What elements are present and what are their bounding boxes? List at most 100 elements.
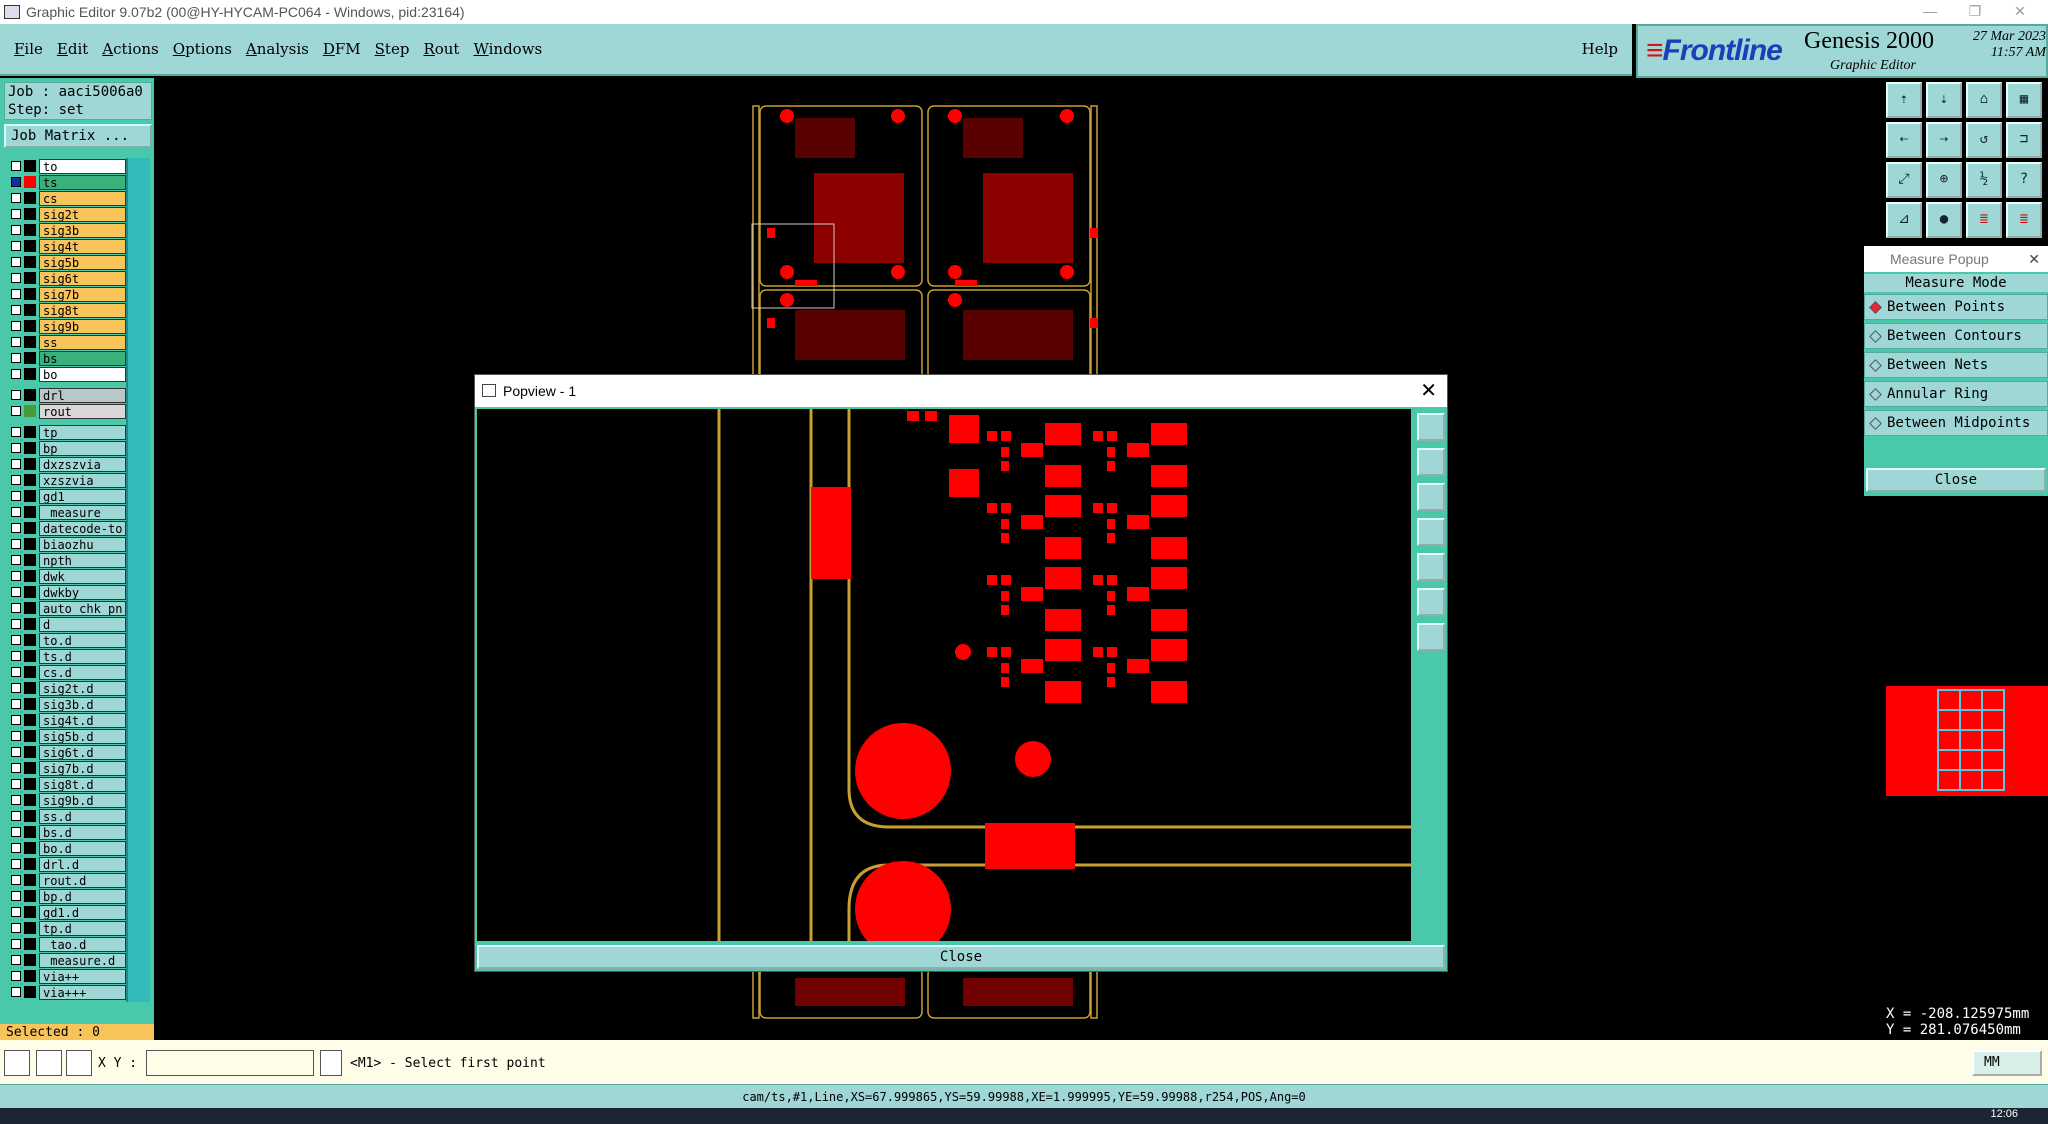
home-view-icon[interactable]: ⌂ <box>1966 82 2002 118</box>
measure-mode-icon[interactable] <box>36 1050 62 1076</box>
layer-checkbox[interactable] <box>11 699 21 709</box>
layer-checkbox[interactable] <box>11 715 21 725</box>
layer-checkbox[interactable] <box>11 843 21 853</box>
measure-close-icon[interactable]: ✕ <box>2028 246 2040 272</box>
layer-name[interactable]: sig2t.d <box>39 680 126 696</box>
layer-row[interactable]: via+++ <box>4 984 126 1000</box>
layer-row[interactable]: ts <box>4 174 126 190</box>
layer-row[interactable]: cs <box>4 190 126 206</box>
layer-row[interactable]: sig2t <box>4 206 126 222</box>
layer-row[interactable]: _tao.d <box>4 936 126 952</box>
layer-color-swatch[interactable] <box>24 288 36 300</box>
layer-name[interactable]: via+++ <box>39 984 126 1000</box>
layer-checkbox[interactable] <box>11 603 21 613</box>
menu-edit[interactable]: Edit <box>57 40 88 58</box>
layer-row[interactable]: ts.d <box>4 648 126 664</box>
layer-row[interactable]: npth <box>4 552 126 568</box>
popview-zoom-in-icon[interactable] <box>1417 448 1445 476</box>
net-compare-icon[interactable]: ≣ <box>2006 202 2042 238</box>
layer-color-swatch[interactable] <box>24 160 36 172</box>
layer-checkbox[interactable] <box>11 891 21 901</box>
layer-checkbox[interactable] <box>11 443 21 453</box>
layer-name[interactable]: dxzszvia <box>39 456 126 472</box>
help-icon[interactable]: ? <box>2006 162 2042 198</box>
layer-checkbox[interactable] <box>11 273 21 283</box>
layer-row[interactable]: sig9b <box>4 318 126 334</box>
menu-actions[interactable]: Actions <box>102 40 158 58</box>
layer-color-swatch[interactable] <box>24 570 36 582</box>
layer-name[interactable]: sig9b.d <box>39 792 126 808</box>
layer-row[interactable]: sig7b <box>4 286 126 302</box>
layer-color-swatch[interactable] <box>24 970 36 982</box>
layer-checkbox[interactable] <box>11 923 21 933</box>
layer-checkbox[interactable] <box>11 507 21 517</box>
layer-checkbox[interactable] <box>11 555 21 565</box>
layer-color-swatch[interactable] <box>24 858 36 870</box>
layer-color-swatch[interactable] <box>24 336 36 348</box>
layer-color-swatch[interactable] <box>24 586 36 598</box>
popview-layer-icon[interactable] <box>1417 413 1445 441</box>
menu-rout[interactable]: Rout <box>423 40 459 58</box>
layer-checkbox[interactable] <box>11 955 21 965</box>
layer-row[interactable]: sig5b <box>4 254 126 270</box>
popview-pan-right-icon[interactable] <box>1417 553 1445 581</box>
layer-row[interactable]: sig8t.d <box>4 776 126 792</box>
net-highlight-icon[interactable]: ≣ <box>1966 202 2002 238</box>
layer-color-swatch[interactable] <box>24 986 36 998</box>
close-icon[interactable]: ✕ <box>2000 0 2040 24</box>
layer-row[interactable]: biaozhu <box>4 536 126 552</box>
layer-name[interactable]: ts.d <box>39 648 126 664</box>
layer-name[interactable]: ss.d <box>39 808 126 824</box>
layer-row[interactable]: bs.d <box>4 824 126 840</box>
layer-checkbox[interactable] <box>11 459 21 469</box>
layer-name[interactable]: sig3b.d <box>39 696 126 712</box>
layer-color-swatch[interactable] <box>24 304 36 316</box>
layer-color-swatch[interactable] <box>24 746 36 758</box>
layer-row[interactable]: bo <box>4 366 126 382</box>
layer-color-swatch[interactable] <box>24 602 36 614</box>
layer-color-swatch[interactable] <box>24 714 36 726</box>
xy-apply-icon[interactable] <box>320 1050 342 1076</box>
layer-color-swatch[interactable] <box>24 474 36 486</box>
layer-checkbox[interactable] <box>11 683 21 693</box>
layer-name[interactable]: tp <box>39 424 126 440</box>
popview-zoom-out-icon[interactable] <box>1417 483 1445 511</box>
layer-checkbox[interactable] <box>11 427 21 437</box>
layer-name[interactable]: sig4t.d <box>39 712 126 728</box>
menu-dfm[interactable]: DFM <box>323 40 361 58</box>
restore-icon[interactable]: ❐ <box>1955 0 1995 24</box>
units-selector[interactable]: MM <box>1972 1050 2042 1076</box>
layer-row[interactable]: to.d <box>4 632 126 648</box>
layer-name[interactable]: sig5b.d <box>39 728 126 744</box>
layer-checkbox[interactable] <box>11 369 21 379</box>
layer-color-swatch[interactable] <box>24 554 36 566</box>
layer-color-swatch[interactable] <box>24 826 36 838</box>
layer-checkbox[interactable] <box>11 353 21 363</box>
layer-row[interactable]: sig6t <box>4 270 126 286</box>
layer-color-swatch[interactable] <box>24 256 36 268</box>
layer-color-swatch[interactable] <box>24 368 36 380</box>
layer-color-swatch[interactable] <box>24 352 36 364</box>
layer-color-swatch[interactable] <box>24 842 36 854</box>
layer-color-swatch[interactable] <box>24 405 36 417</box>
split-view-icon[interactable]: ▦ <box>2006 82 2042 118</box>
layer-color-swatch[interactable] <box>24 442 36 454</box>
popview-pan-left-icon[interactable] <box>1417 518 1445 546</box>
redraw-icon[interactable]: ↺ <box>1966 122 2002 158</box>
layer-name[interactable]: bs.d <box>39 824 126 840</box>
layer-color-swatch[interactable] <box>24 698 36 710</box>
popview-canvas[interactable] <box>477 409 1411 941</box>
layer-checkbox[interactable] <box>11 161 21 171</box>
layer-color-swatch[interactable] <box>24 522 36 534</box>
layer-color-swatch[interactable] <box>24 224 36 236</box>
layer-color-swatch[interactable] <box>24 650 36 662</box>
layer-name[interactable]: sig4t <box>39 238 126 254</box>
layer-row[interactable]: bs <box>4 350 126 366</box>
layer-color-swatch[interactable] <box>24 208 36 220</box>
layer-name[interactable]: to.d <box>39 632 126 648</box>
layer-row[interactable]: sig2t.d <box>4 680 126 696</box>
layer-checkbox[interactable] <box>11 635 21 645</box>
popview-close-button[interactable]: Close <box>477 945 1445 969</box>
layer-name[interactable]: sig7b <box>39 286 126 302</box>
layer-row[interactable]: gd1.d <box>4 904 126 920</box>
